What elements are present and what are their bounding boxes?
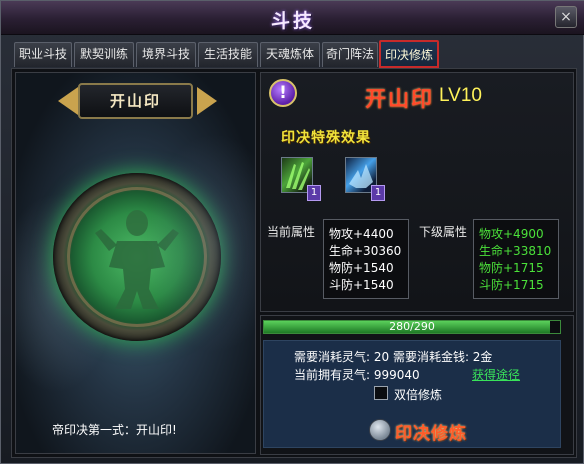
next-stat-dou-defense: 斗防+1715 xyxy=(479,278,544,292)
current-stat-physical-defense: 物防+1540 xyxy=(329,261,394,275)
current-stat-physical-attack: 物攻+4400 xyxy=(329,227,394,241)
obtain-method-link[interactable]: 获得途径 xyxy=(472,366,520,383)
owned-lingqi-text: 当前拥有灵气: 999040 xyxy=(294,368,420,382)
progress-text: 280/290 xyxy=(389,320,435,333)
tab-jingjie-douji[interactable]: 境界斗技 xyxy=(136,42,196,67)
seal-level: LV10 xyxy=(439,85,482,106)
title-bar[interactable]: 斗技 × xyxy=(1,1,584,35)
next-stat-physical-defense: 物防+1715 xyxy=(479,261,544,275)
seal-info-panel: ! 开山印 LV10 印决特殊效果 1 1 当前属性 物攻+4400 生命+30… xyxy=(260,72,574,312)
tab-qimen-zhenfa[interactable]: 奇门阵法 xyxy=(322,42,378,67)
current-stat-dou-defense: 斗防+1540 xyxy=(329,278,394,292)
next-seal-arrow-icon[interactable] xyxy=(197,87,217,115)
seal-disc-image xyxy=(53,173,221,341)
seal-name-plate: 开山印 xyxy=(78,83,193,119)
next-stats-box: 物攻+4900 生命+33810 物防+1715 斗防+1715 xyxy=(473,219,559,299)
prev-seal-arrow-icon[interactable] xyxy=(58,87,78,115)
next-stats-label: 下级属性 xyxy=(419,225,468,239)
window-title: 斗技 xyxy=(270,10,315,32)
refine-panel: 280/290 需要消耗灵气: 20 需要消耗金钱: 2金 当前拥有灵气: 99… xyxy=(260,315,574,455)
double-refine-checkbox[interactable] xyxy=(374,386,388,400)
tab-shenghuo-jineng[interactable]: 生活技能 xyxy=(198,42,258,67)
content-area: 开山印 帝印决第一式：开山印! ! 开山印 LV10 印决特殊效果 1 1 当前… xyxy=(11,68,577,458)
warrior-figure-icon xyxy=(95,210,179,309)
seal-title: 开山印 xyxy=(365,86,434,111)
double-refine-label: 双倍修炼 xyxy=(394,388,443,402)
exclamation-info-icon[interactable]: ! xyxy=(269,79,297,107)
skill-count-badge: 1 xyxy=(371,185,385,201)
seal-caption: 帝印决第一式：开山印! xyxy=(52,423,177,437)
tab-tianhun-lianti[interactable]: 天魂炼体 xyxy=(260,42,320,67)
skill-count-badge: 1 xyxy=(307,185,321,201)
cost-panel: 需要消耗灵气: 20 需要消耗金钱: 2金 当前拥有灵气: 999040 获得途… xyxy=(263,340,561,448)
special-effects-heading: 印决特殊效果 xyxy=(281,130,371,146)
cost-requirement-text: 需要消耗灵气: 20 需要消耗金钱: 2金 xyxy=(294,350,493,364)
next-stat-hp: 生命+33810 xyxy=(479,244,552,258)
current-stats-box: 物攻+4400 生命+30360 物防+1540 斗防+1540 xyxy=(323,219,409,299)
dou-ji-window: 斗技 × 职业斗技 默契训练 境界斗技 生活技能 天魂炼体 奇门阵法 印决修炼 … xyxy=(0,0,584,464)
current-stats-label: 当前属性 xyxy=(267,225,316,239)
tab-zhiye-douji[interactable]: 职业斗技 xyxy=(14,42,72,67)
tab-moqi-xunlian[interactable]: 默契训练 xyxy=(74,42,134,67)
close-button[interactable]: × xyxy=(555,6,577,28)
skull-orb-icon xyxy=(369,419,391,441)
progress-bar: 280/290 xyxy=(263,320,561,334)
tab-yinjue-xiulian[interactable]: 印决修炼 xyxy=(379,40,439,68)
seal-preview-panel: 开山印 帝印决第一式：开山印! xyxy=(15,72,256,454)
current-stat-hp: 生命+30360 xyxy=(329,244,402,258)
next-stat-physical-attack: 物攻+4900 xyxy=(479,227,544,241)
refine-button-label: 印决修炼 xyxy=(395,424,467,444)
refine-button[interactable]: 印决修炼 xyxy=(369,417,473,445)
